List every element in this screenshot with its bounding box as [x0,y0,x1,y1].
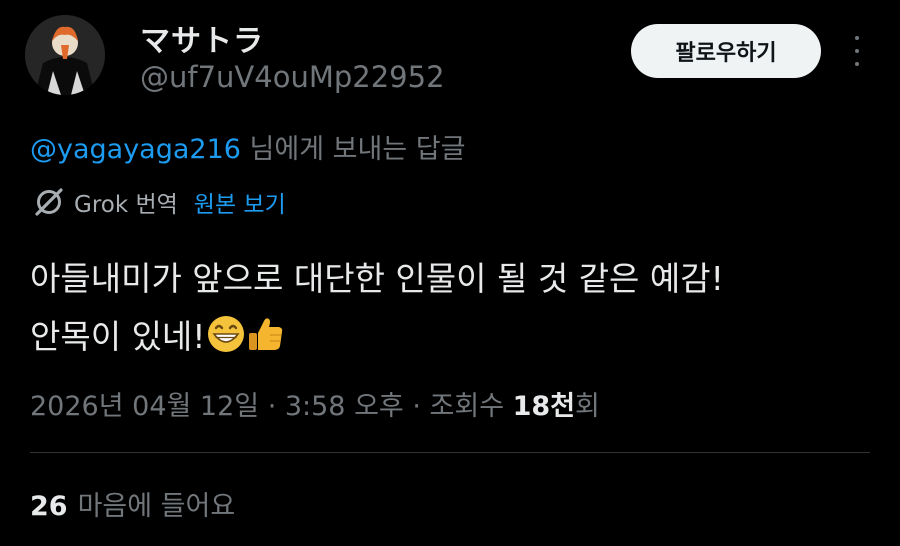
reply-mention-link[interactable]: @yagayaga216 [30,134,241,165]
display-name[interactable]: マサトラ [140,16,264,60]
tweet-timestamp[interactable]: 2026년 04월 12일 · 3:58 오후 [30,391,404,422]
views-prefix: 조회수 [429,391,513,422]
tweet-text-line-2: 안목이 있네! [30,317,206,356]
user-handle[interactable]: @uf7uV4ouMp22952 [140,60,445,94]
likes-row[interactable]: 26 마음에 들어요 [30,484,235,523]
more-vertical-icon[interactable] [845,36,869,66]
grok-translate-label: Grok 번역 [74,192,178,218]
thumbs-up-emoji [248,318,282,350]
tweet-text-line-1: 아들내미가 앞으로 대단한 인물이 될 것 같은 예감! [30,259,724,298]
more-dot [855,62,859,66]
divider [30,452,870,453]
tweet-header: マサトラ @uf7uV4ouMp22952 팔로우하기 [0,0,900,120]
grok-icon [35,188,63,216]
tweet-metadata: 2026년 04월 12일 · 3:58 오후 · 조회수 18천회 [30,384,600,423]
tweet-text-line-2-row: 안목이 있네! [30,308,870,366]
meta-separator: · [403,391,430,422]
show-original-link[interactable]: 원본 보기 [194,185,286,219]
views-suffix: 회 [575,391,600,422]
likes-count: 26 [30,491,68,522]
follow-button[interactable]: 팔로우하기 [631,24,821,78]
grinning-face-emoji [207,316,244,352]
translation-bar: Grok 번역 원본 보기 [32,184,286,220]
views-count: 18천 [512,391,576,422]
avatar-image [25,15,105,95]
more-dot [855,49,859,53]
more-dot [855,36,859,40]
reply-context: @yagayaga216 님에게 보내는 답글 [30,127,465,166]
reply-context-suffix: 님에게 보내는 답글 [240,134,466,165]
likes-label: 마음에 들어요 [77,491,236,522]
avatar[interactable] [25,15,105,95]
tweet-body: 아들내미가 앞으로 대단한 인물이 될 것 같은 예감! 안목이 있네! [30,250,870,366]
